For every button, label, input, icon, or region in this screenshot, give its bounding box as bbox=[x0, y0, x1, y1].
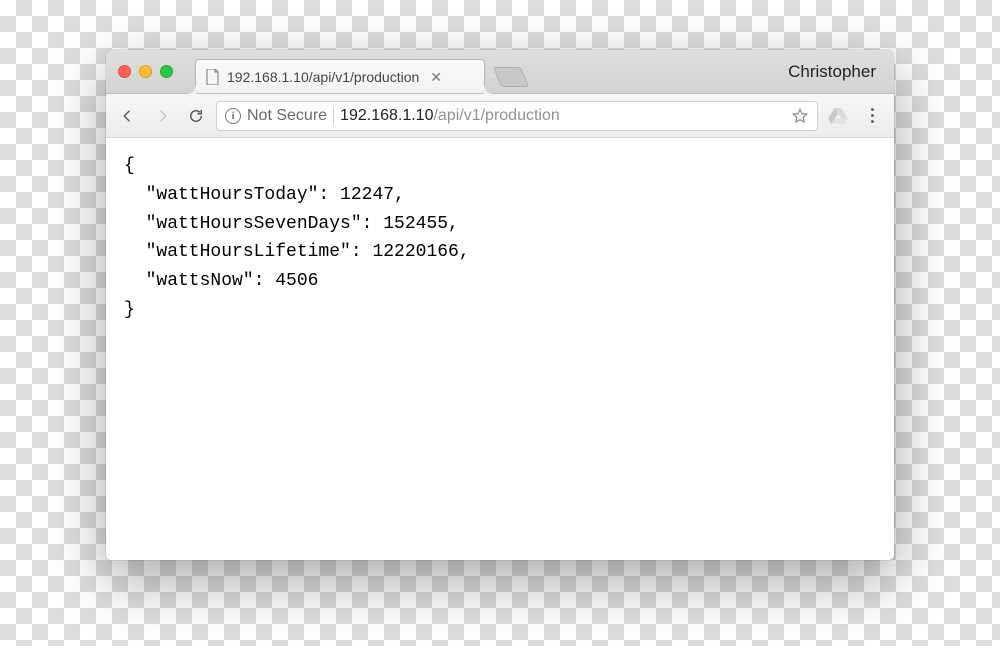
json-body-lines: "wattHoursToday": 12247, "wattHoursSeven… bbox=[124, 185, 470, 291]
browser-tab[interactable]: 192.168.1.10/api/v1/production ✕ bbox=[195, 59, 485, 93]
divider bbox=[333, 107, 334, 125]
tab-close-icon[interactable]: ✕ bbox=[430, 70, 442, 84]
browser-window: 192.168.1.10/api/v1/production ✕ Christo… bbox=[106, 50, 894, 560]
window-minimize-button[interactable] bbox=[139, 65, 152, 78]
window-close-button[interactable] bbox=[118, 65, 131, 78]
url-host: 192.168.1.10 bbox=[340, 107, 433, 124]
forward-button[interactable] bbox=[148, 102, 176, 130]
tab-title: 192.168.1.10/api/v1/production bbox=[227, 69, 419, 85]
drive-extension-icon[interactable] bbox=[824, 102, 852, 130]
file-icon bbox=[206, 69, 220, 85]
reload-button[interactable] bbox=[182, 102, 210, 130]
site-info-icon[interactable]: i bbox=[225, 108, 241, 124]
back-button[interactable] bbox=[114, 102, 142, 130]
window-maximize-button[interactable] bbox=[160, 65, 173, 78]
page-content: { "wattHoursToday": 12247, "wattHoursSev… bbox=[106, 138, 894, 560]
url-path: /api/v1/production bbox=[433, 107, 559, 124]
tab-strip: 192.168.1.10/api/v1/production ✕ Christo… bbox=[106, 50, 894, 94]
json-open-brace: { bbox=[124, 156, 135, 176]
bookmark-star-icon[interactable] bbox=[791, 107, 809, 125]
toolbar: i Not Secure 192.168.1.10/api/v1/product… bbox=[106, 94, 894, 138]
menu-button[interactable] bbox=[858, 102, 886, 130]
address-bar[interactable]: i Not Secure 192.168.1.10/api/v1/product… bbox=[216, 101, 818, 131]
traffic-lights bbox=[118, 65, 173, 78]
json-close-brace: } bbox=[124, 300, 135, 320]
kebab-menu-icon bbox=[860, 108, 884, 123]
security-status: Not Secure bbox=[247, 107, 327, 125]
new-tab-button[interactable] bbox=[493, 67, 529, 87]
url-text: 192.168.1.10/api/v1/production bbox=[340, 107, 560, 125]
profile-name[interactable]: Christopher bbox=[788, 62, 876, 82]
